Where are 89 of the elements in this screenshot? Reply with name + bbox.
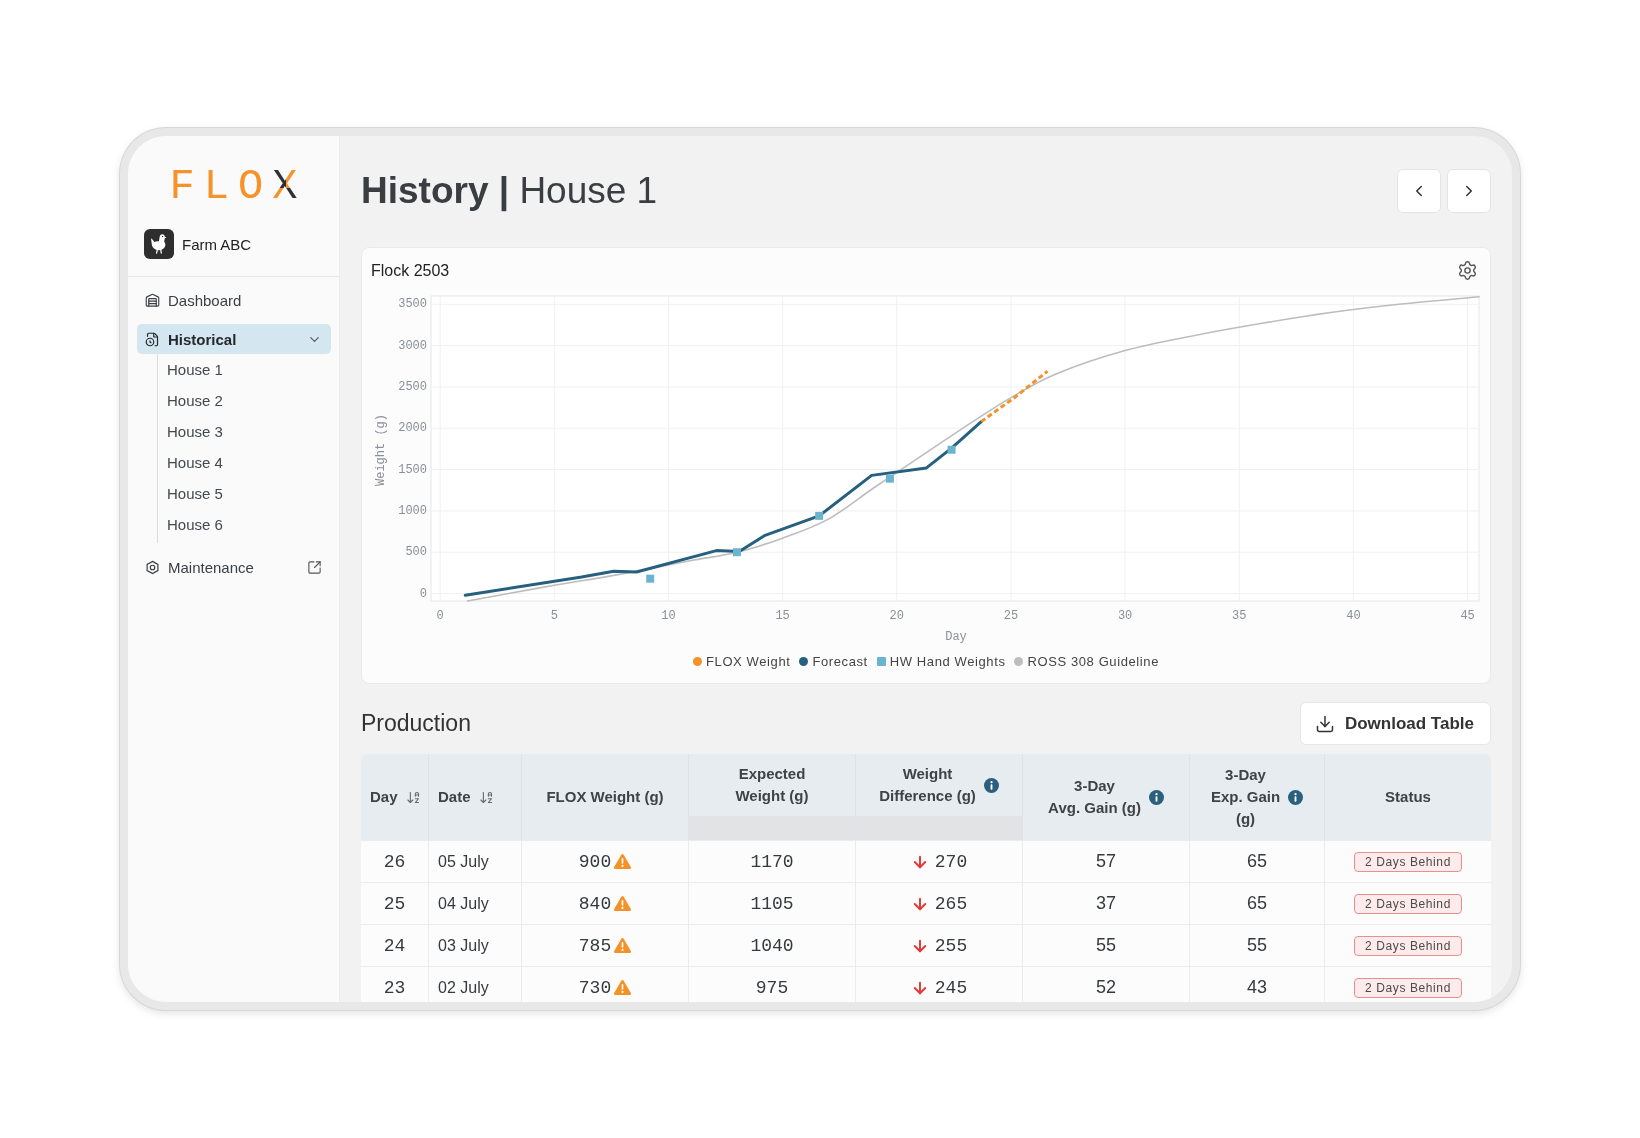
nav-item[interactable]: Maintenance [137, 552, 331, 582]
download-button[interactable]: Download Table [1299, 702, 1491, 745]
status-badge: 2 Days Behind [1354, 893, 1462, 914]
nav-subitem[interactable]: House 3 [167, 416, 223, 447]
legend-label: ROSS 308 Guideline [1027, 653, 1159, 669]
sort-icon[interactable] [478, 789, 494, 805]
axis-title: Day [945, 630, 967, 645]
section-title: Production [361, 710, 471, 737]
status-badge: 2 Days Behind [1354, 851, 1462, 872]
nav-item[interactable]: Dashboard [137, 285, 331, 315]
table-cell: 04 July [429, 883, 522, 924]
table-cell: 1105 [689, 883, 856, 924]
difference-value: 270 [934, 851, 968, 872]
weight-value: 730 [578, 977, 612, 998]
axis-tick-label: 10 [661, 609, 676, 624]
nav-subitem[interactable]: House 4 [167, 447, 223, 478]
table-cell: 65 [1190, 841, 1325, 882]
axis-tick-label: 3000 [398, 338, 427, 353]
table-cell: 55 [1190, 925, 1325, 966]
axis-tick-label: 35 [1232, 609, 1247, 624]
difference-value: 265 [934, 893, 968, 914]
legend-label: FLOX Weight [706, 653, 791, 669]
chart-title: Flock 2503 [371, 261, 450, 280]
file-clock-icon [145, 331, 160, 347]
farm-name: Farm ABC [182, 235, 252, 253]
column-header: Expected Weight (g) [735, 764, 809, 806]
axis-tick-label: 20 [889, 609, 904, 624]
table-cell: 975 [689, 967, 856, 1002]
axis-tick-label: 25 [1003, 609, 1019, 624]
table-cell: 65 [1190, 883, 1325, 924]
table-cell: 1170 [689, 841, 856, 882]
axis-tick-label: 30 [1117, 609, 1133, 624]
status-badge: 2 Days Behind [1354, 977, 1462, 998]
axis-tick-label: 1500 [398, 462, 427, 477]
page-title: History | House 1 [361, 169, 658, 213]
table-cell: 1040 [689, 925, 856, 966]
hexagon-icon [145, 559, 160, 575]
status-badge: 2 Days Behind [1354, 935, 1462, 956]
table-cell: 02 July [429, 967, 522, 1002]
axis-tick-label: 15 [775, 609, 790, 624]
weight-value: 785 [578, 935, 612, 956]
column-header: FLOX Weight (g) [546, 787, 664, 807]
warehouse-icon [145, 292, 160, 308]
info-icon[interactable] [1288, 789, 1304, 805]
chicken-icon [144, 229, 174, 259]
table-cell: 25 [361, 883, 429, 924]
difference-value: 255 [934, 935, 968, 956]
column-header[interactable]: Day [370, 786, 398, 808]
table-cell: 52 [1023, 967, 1190, 1002]
table-cell: 55 [1023, 925, 1190, 966]
column-header: 3-Day Exp. Gain (g) [1210, 765, 1281, 829]
info-icon[interactable] [983, 777, 999, 793]
sort-icon[interactable] [405, 789, 421, 805]
axis-tick-label: 500 [405, 545, 427, 560]
column-header: Weight Difference (g) [879, 764, 976, 806]
column-header: 3-Day Avg. Gain (g) [1048, 776, 1141, 818]
axis-tick-label: 3500 [398, 297, 427, 312]
table-cell: 23 [361, 967, 429, 1002]
nav-subitem[interactable]: House 2 [167, 385, 223, 416]
axis-tick-label: 1000 [398, 504, 427, 519]
table-cell: 26 [361, 841, 429, 882]
nav-subitem[interactable]: House 5 [167, 478, 223, 509]
table-cell: 37 [1023, 883, 1190, 924]
table-cell: 05 July [429, 841, 522, 882]
table-cell: 03 July [429, 925, 522, 966]
legend-label: Forecast [812, 653, 868, 669]
column-header[interactable]: Date [438, 786, 471, 808]
legend-label: HW Hand Weights [889, 653, 1006, 669]
nav-subitem[interactable]: House 6 [167, 509, 223, 540]
table-cell: 43 [1190, 967, 1325, 1002]
weight-value: 840 [578, 893, 612, 914]
axis-tick-label: 5 [550, 609, 558, 624]
axis-tick-label: 0 [436, 609, 444, 624]
axis-tick-label: 2500 [398, 380, 427, 395]
difference-value: 245 [934, 977, 968, 998]
column-header: Status [1385, 787, 1431, 807]
nav-item[interactable]: Historical [137, 324, 331, 354]
table-cell: 57 [1023, 841, 1190, 882]
axis-tick-label: 2000 [398, 421, 427, 436]
axis-tick-label: 45 [1460, 609, 1475, 624]
axis-title: Weight (g) [374, 414, 389, 486]
axis-tick-label: 40 [1346, 609, 1361, 624]
table-cell: 24 [361, 925, 429, 966]
nav-subitem[interactable]: House 1 [167, 354, 223, 385]
download-icon [1314, 713, 1335, 734]
weight-value: 900 [578, 851, 612, 872]
settings-icon[interactable] [1457, 260, 1478, 281]
axis-tick-label: 0 [419, 586, 427, 601]
info-icon[interactable] [1148, 789, 1164, 805]
